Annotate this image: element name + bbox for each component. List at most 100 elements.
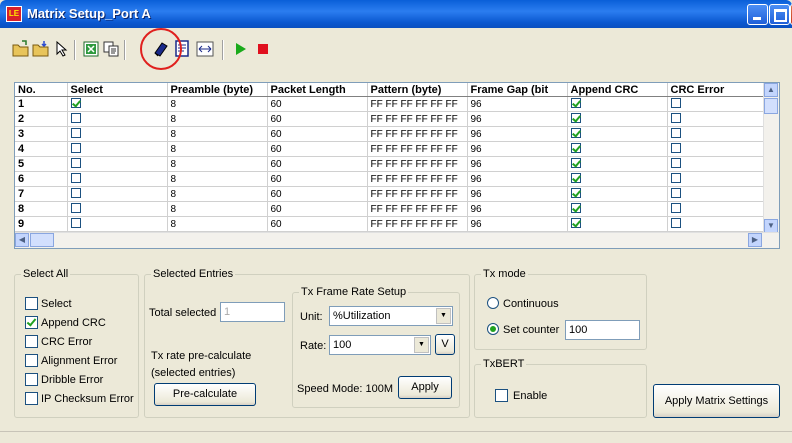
- pattern-cell[interactable]: FF FF FF FF FF FF: [367, 156, 468, 172]
- append-crc-checkbox[interactable]: [567, 96, 668, 112]
- row-number[interactable]: 5: [15, 156, 68, 172]
- checkbox-icon[interactable]: [670, 187, 681, 198]
- checkbox-icon[interactable]: [70, 217, 81, 228]
- chevron-down-icon[interactable]: ▼: [414, 337, 429, 353]
- preamble-cell[interactable]: 8: [167, 141, 268, 157]
- pattern-cell[interactable]: FF FF FF FF FF FF: [367, 126, 468, 142]
- row-number[interactable]: 4: [15, 141, 68, 157]
- pattern-cell[interactable]: FF FF FF FF FF FF: [367, 216, 468, 232]
- excel-export-icon[interactable]: [82, 40, 100, 58]
- frame-gap-cell[interactable]: 96: [467, 111, 568, 127]
- preamble-cell[interactable]: 8: [167, 171, 268, 187]
- row-number[interactable]: 6: [15, 171, 68, 187]
- preamble-cell[interactable]: 8: [167, 186, 268, 202]
- select-all-checkbox[interactable]: [25, 335, 38, 348]
- chevron-down-icon[interactable]: ▼: [436, 308, 451, 324]
- checkbox-icon[interactable]: [670, 202, 681, 213]
- row-select-checkbox[interactable]: [67, 201, 168, 217]
- append-crc-checkbox[interactable]: [567, 126, 668, 142]
- crc-error-checkbox[interactable]: [667, 186, 765, 202]
- checkbox-icon[interactable]: [670, 112, 681, 123]
- checkbox-icon[interactable]: [70, 112, 81, 123]
- col-header-no[interactable]: No.: [15, 83, 68, 97]
- pattern-cell[interactable]: FF FF FF FF FF FF: [367, 186, 468, 202]
- col-header-preamble[interactable]: Preamble (byte): [167, 83, 268, 97]
- frame-gap-cell[interactable]: 96: [467, 171, 568, 187]
- checkbox-icon[interactable]: [70, 172, 81, 183]
- preamble-cell[interactable]: 8: [167, 111, 268, 127]
- table-row[interactable]: 2 8 60 FF FF FF FF FF FF 96: [15, 111, 765, 127]
- preamble-cell[interactable]: 8: [167, 156, 268, 172]
- checkbox-icon[interactable]: [570, 112, 581, 123]
- preamble-cell[interactable]: 8: [167, 216, 268, 232]
- packet-length-cell[interactable]: 60: [267, 171, 368, 187]
- col-header-select[interactable]: Select: [67, 83, 168, 97]
- append-crc-checkbox[interactable]: [567, 156, 668, 172]
- horizontal-scrollbar[interactable]: ◀ ▶: [15, 232, 779, 248]
- apply-button[interactable]: Apply: [398, 376, 452, 399]
- row-select-checkbox[interactable]: [67, 216, 168, 232]
- checkbox-icon[interactable]: [670, 127, 681, 138]
- checkbox-icon[interactable]: [570, 97, 581, 108]
- frame-gap-cell[interactable]: 96: [467, 141, 568, 157]
- frame-gap-cell[interactable]: 96: [467, 156, 568, 172]
- row-select-checkbox[interactable]: [67, 141, 168, 157]
- row-number[interactable]: 3: [15, 126, 68, 142]
- row-number[interactable]: 9: [15, 216, 68, 232]
- frame-gap-cell[interactable]: 96: [467, 201, 568, 217]
- row-number[interactable]: 7: [15, 186, 68, 202]
- v-button[interactable]: V: [435, 334, 455, 355]
- pattern-cell[interactable]: FF FF FF FF FF FF: [367, 171, 468, 187]
- table-row[interactable]: 6 8 60 FF FF FF FF FF FF 96: [15, 171, 765, 187]
- checkbox-icon[interactable]: [70, 142, 81, 153]
- row-select-checkbox[interactable]: [67, 111, 168, 127]
- packet-length-cell[interactable]: 60: [267, 141, 368, 157]
- pattern-cell[interactable]: FF FF FF FF FF FF: [367, 96, 468, 112]
- scroll-up-icon[interactable]: ▲: [764, 83, 778, 97]
- matrix-grid[interactable]: No. Select Preamble (byte) Packet Length…: [14, 82, 780, 249]
- counter-field[interactable]: 100: [565, 320, 640, 340]
- row-number[interactable]: 1: [15, 96, 68, 112]
- checkbox-icon[interactable]: [670, 142, 681, 153]
- table-row[interactable]: 7 8 60 FF FF FF FF FF FF 96: [15, 186, 765, 202]
- minimize-icon[interactable]: [747, 4, 768, 25]
- pointer-icon[interactable]: [52, 40, 70, 58]
- col-header-pattern[interactable]: Pattern (byte): [367, 83, 468, 97]
- preamble-cell[interactable]: 8: [167, 126, 268, 142]
- checkbox-icon[interactable]: [570, 157, 581, 168]
- append-crc-checkbox[interactable]: [567, 216, 668, 232]
- checkbox-icon[interactable]: [570, 202, 581, 213]
- checkbox-icon[interactable]: [670, 157, 681, 168]
- play-icon[interactable]: [232, 40, 250, 58]
- checkbox-icon[interactable]: [670, 172, 681, 183]
- open-folder-icon[interactable]: [12, 40, 30, 58]
- table-row[interactable]: 9 8 60 FF FF FF FF FF FF 96: [15, 216, 765, 232]
- frame-gap-cell[interactable]: 96: [467, 186, 568, 202]
- packet-length-cell[interactable]: 60: [267, 216, 368, 232]
- table-row[interactable]: 5 8 60 FF FF FF FF FF FF 96: [15, 156, 765, 172]
- packet-length-cell[interactable]: 60: [267, 156, 368, 172]
- col-header-append-crc[interactable]: Append CRC: [567, 83, 668, 97]
- crc-error-checkbox[interactable]: [667, 111, 765, 127]
- append-crc-checkbox[interactable]: [567, 111, 668, 127]
- continuous-radio[interactable]: [487, 297, 499, 309]
- checkbox-icon[interactable]: [570, 127, 581, 138]
- crc-error-checkbox[interactable]: [667, 96, 765, 112]
- checkbox-icon[interactable]: [570, 187, 581, 198]
- select-all-checkbox[interactable]: [25, 316, 38, 329]
- select-all-checkbox[interactable]: [25, 373, 38, 386]
- copy-icon[interactable]: [102, 40, 120, 58]
- append-crc-checkbox[interactable]: [567, 201, 668, 217]
- select-all-checkbox[interactable]: [25, 392, 38, 405]
- append-crc-checkbox[interactable]: [567, 186, 668, 202]
- checkbox-icon[interactable]: [670, 97, 681, 108]
- crc-error-checkbox[interactable]: [667, 126, 765, 142]
- maximize-icon[interactable]: [769, 4, 790, 25]
- stop-icon[interactable]: [254, 40, 272, 58]
- scroll-left-icon[interactable]: ◀: [15, 233, 29, 247]
- pre-calculate-button[interactable]: Pre-calculate: [154, 383, 256, 406]
- preamble-cell[interactable]: 8: [167, 201, 268, 217]
- row-number[interactable]: 8: [15, 201, 68, 217]
- table-row[interactable]: 8 8 60 FF FF FF FF FF FF 96: [15, 201, 765, 217]
- vertical-scrollbar[interactable]: ▲ ▼: [763, 83, 779, 233]
